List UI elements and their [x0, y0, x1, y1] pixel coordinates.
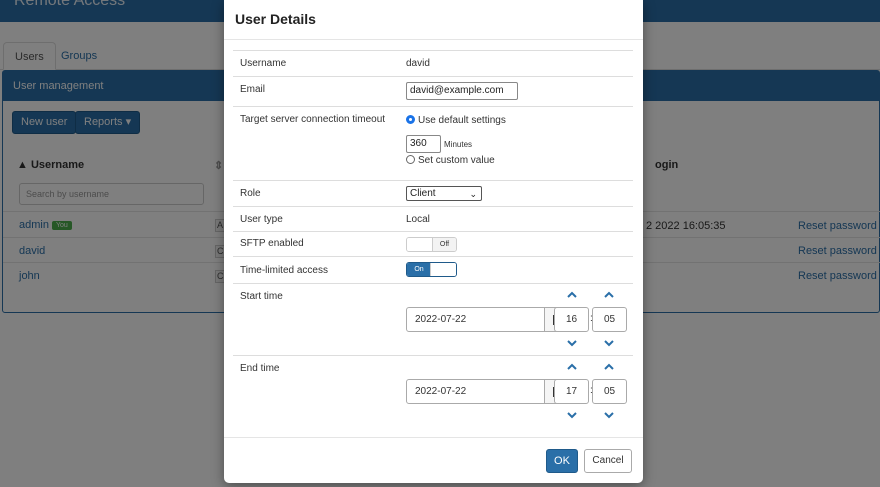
role-select[interactable]: Client ⌄: [406, 186, 482, 201]
row-divider: [233, 256, 633, 257]
start-time-label: Start time: [240, 291, 283, 302]
sftp-toggle[interactable]: Off: [406, 237, 457, 252]
role-label: Role: [240, 188, 261, 199]
end-date-picker[interactable]: 2022-07-22: [406, 379, 571, 404]
row-divider: [233, 231, 633, 232]
chevron-down-icon: ⌄: [469, 189, 477, 199]
user-details-modal: User Details Username david Email david@…: [224, 0, 643, 483]
row-divider: [233, 180, 633, 181]
time-limited-label: Time-limited access: [240, 265, 328, 276]
start-hour-down-icon[interactable]: [565, 338, 579, 348]
modal-footer-divider: [224, 437, 643, 438]
modal-title: User Details: [235, 11, 316, 27]
end-date-input[interactable]: 2022-07-22: [415, 386, 466, 397]
start-minute-up-icon[interactable]: [602, 290, 616, 300]
timeout-minutes-input[interactable]: 360: [406, 135, 441, 153]
start-date-input[interactable]: 2022-07-22: [415, 314, 466, 325]
sftp-toggle-state: Off: [432, 238, 456, 251]
row-divider: [233, 106, 633, 107]
end-time-label: End time: [240, 363, 280, 374]
email-label: Email: [240, 84, 266, 95]
end-hour-input[interactable]: 17: [554, 379, 589, 404]
default-settings-label[interactable]: Use default settings: [418, 115, 506, 126]
username-label: Username: [240, 58, 287, 69]
cancel-button[interactable]: Cancel: [584, 449, 632, 473]
end-minute-up-icon[interactable]: [602, 362, 616, 372]
end-minute-down-icon[interactable]: [602, 410, 616, 420]
start-hour-up-icon[interactable]: [565, 290, 579, 300]
custom-value-label[interactable]: Set custom value: [418, 155, 495, 166]
role-selected-value: Client: [410, 188, 436, 199]
end-hour-down-icon[interactable]: [565, 410, 579, 420]
default-settings-radio[interactable]: [406, 115, 415, 124]
username-value: david: [406, 58, 430, 69]
toggle-handle: [407, 238, 433, 251]
start-date-picker[interactable]: 2022-07-22: [406, 307, 571, 332]
row-divider: [233, 206, 633, 207]
custom-value-radio[interactable]: [406, 155, 415, 164]
start-minute-down-icon[interactable]: [602, 338, 616, 348]
ok-button[interactable]: OK: [546, 449, 578, 473]
end-minute-input[interactable]: 05: [592, 379, 627, 404]
modal-header-divider: [224, 39, 643, 40]
time-limited-toggle-state: On: [407, 263, 431, 276]
email-field[interactable]: david@example.com: [406, 82, 518, 100]
timeout-label: Target server connection timeout: [240, 114, 386, 125]
row-divider: [233, 76, 633, 77]
minutes-label: Minutes: [444, 140, 473, 149]
row-divider: [233, 283, 633, 284]
row-divider: [233, 50, 633, 51]
row-divider: [233, 355, 633, 356]
time-limited-toggle[interactable]: On: [406, 262, 457, 277]
toggle-handle: [430, 263, 456, 276]
end-hour-up-icon[interactable]: [565, 362, 579, 372]
start-minute-input[interactable]: 05: [592, 307, 627, 332]
sftp-label: SFTP enabled: [240, 238, 304, 249]
user-type-value: Local: [406, 214, 430, 225]
start-hour-input[interactable]: 16: [554, 307, 589, 332]
user-type-label: User type: [240, 214, 283, 225]
